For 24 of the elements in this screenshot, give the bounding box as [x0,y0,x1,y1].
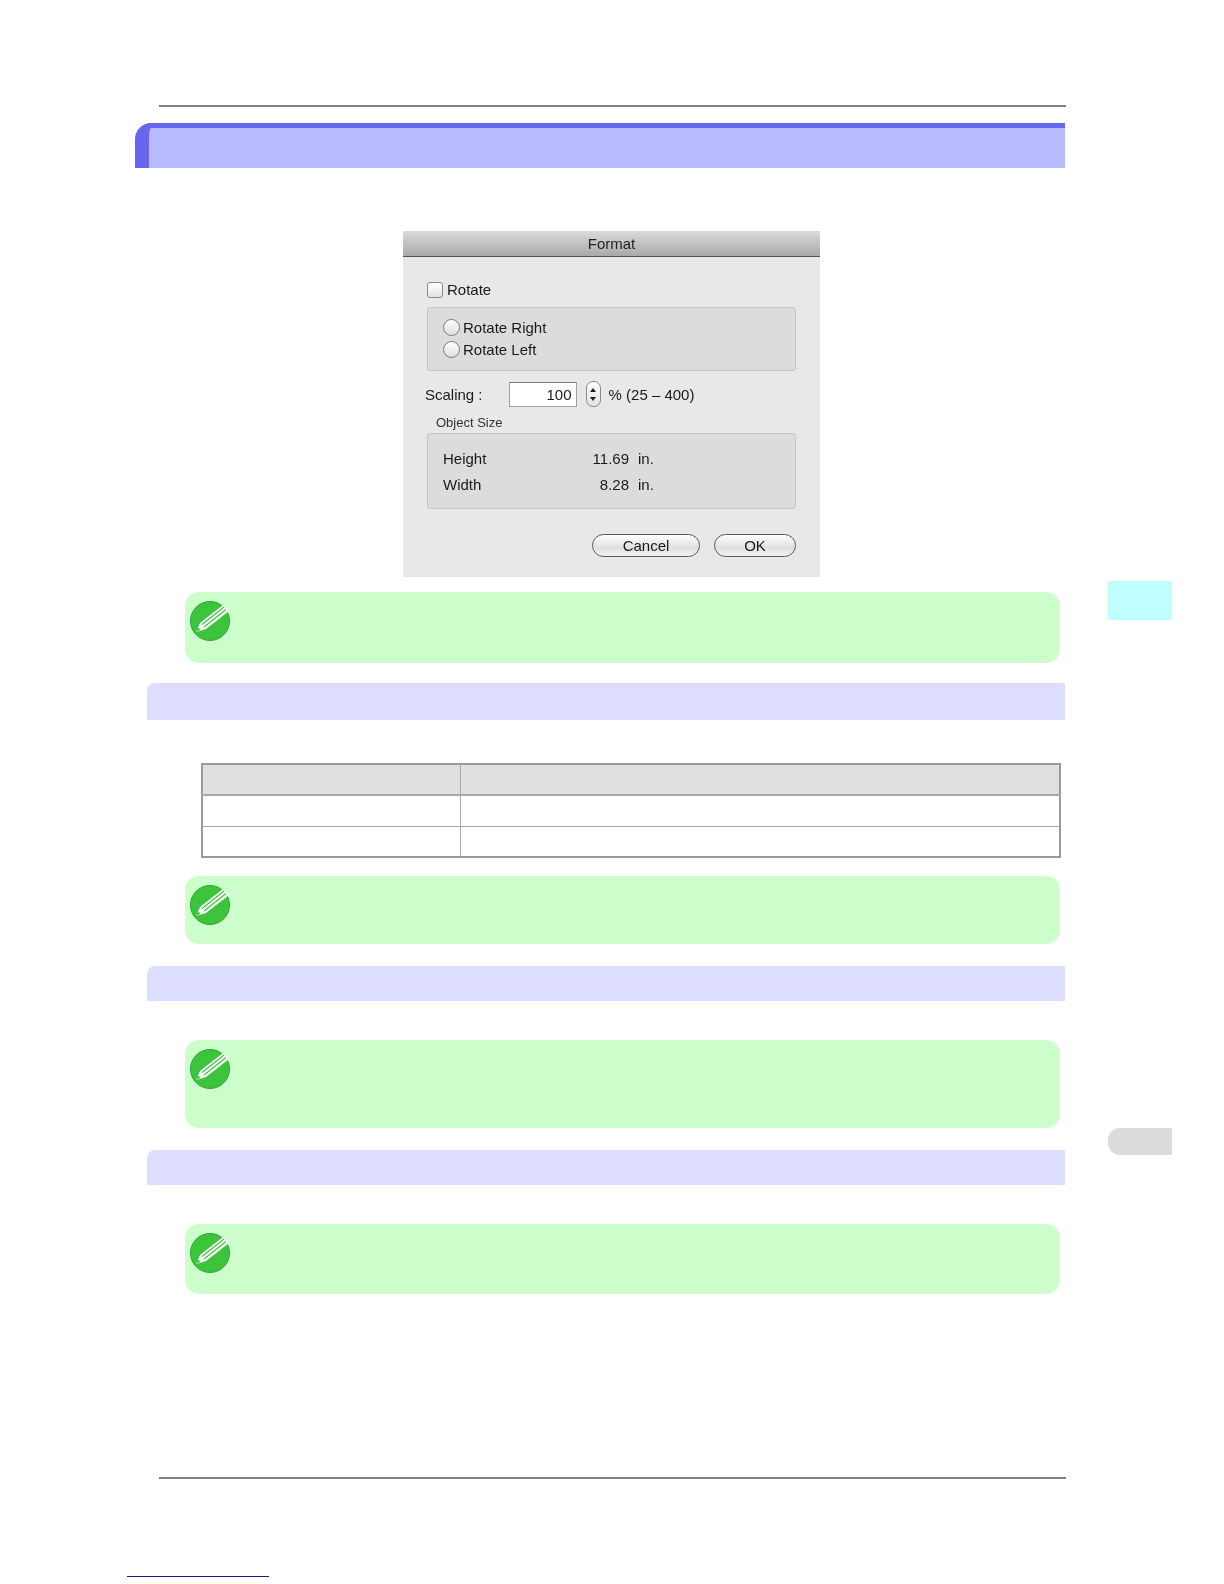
size-label: Width [443,476,482,493]
range-label: % (25 – 400) [608,385,695,403]
scaling-input[interactable]: 100 [508,381,577,407]
radio-button[interactable] [443,341,460,358]
unit-label: in. [638,450,654,467]
dialog-button[interactable]: Cancel [592,534,700,557]
dialog-button[interactable]: OK [714,534,796,557]
dialog-title: Format [587,235,636,252]
radio-label: Rotate Right [463,319,547,336]
radio-button[interactable] [443,319,460,336]
caret-up-icon [590,387,597,392]
size-value: 8.28 [599,476,629,493]
size-label: Height [443,450,487,467]
unit-label: in. [638,476,654,493]
checkbox-label: Rotate [447,281,492,298]
edge-marker-block [1108,1128,1172,1155]
caret-down-icon [590,396,597,401]
group-title: Object Size [436,415,503,430]
checkbox[interactable] [427,281,443,298]
stepper-control[interactable] [585,381,601,407]
scaling-label: Scaling : [425,385,483,403]
size-value: 11.69 [592,450,629,467]
radio-label: Rotate Left [463,341,537,358]
edge-marker-block [1108,581,1172,620]
